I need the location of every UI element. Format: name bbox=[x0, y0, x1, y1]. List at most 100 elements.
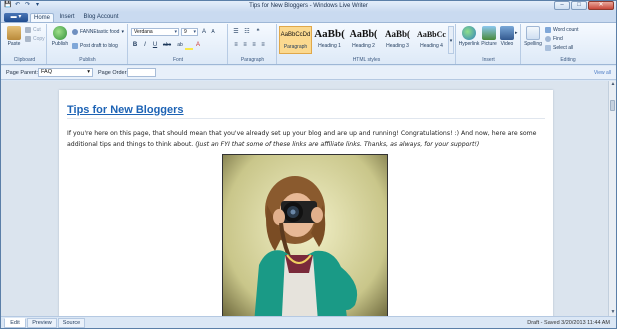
style-heading-1[interactable]: AaBb( Heading 1 bbox=[313, 26, 346, 54]
blog-selector[interactable]: FANNEtastic food ▾ bbox=[72, 29, 124, 35]
select-all-icon bbox=[545, 45, 551, 51]
copy-button[interactable]: Copy bbox=[25, 36, 45, 42]
strikethrough-button[interactable]: abc bbox=[161, 41, 173, 49]
post-body-paragraph[interactable]: If you're here on this page, that should… bbox=[67, 128, 545, 150]
chevron-down-icon: ▾ bbox=[174, 29, 177, 35]
maximize-button[interactable]: □ bbox=[571, 1, 587, 10]
post-photo[interactable] bbox=[222, 154, 388, 316]
font-family-select[interactable]: Verdana ▾ bbox=[131, 28, 179, 36]
cut-label: Cut bbox=[33, 27, 41, 33]
chevron-down-icon: ▾ bbox=[87, 69, 90, 75]
style-sample: AaBb( bbox=[314, 28, 345, 40]
style-name: Heading 4 bbox=[420, 43, 443, 49]
ribbon: Paste Cut Copy Clipboard Publish FANNEta… bbox=[1, 22, 616, 65]
post-body-italic-note: (Just an FYI that some of these links ar… bbox=[195, 141, 480, 148]
word-count-button[interactable]: Word count bbox=[545, 27, 578, 33]
font-family-value: Verdana bbox=[134, 29, 153, 35]
vertical-scrollbar[interactable]: ▲ ▼ bbox=[608, 81, 616, 316]
video-icon bbox=[500, 26, 514, 40]
page-parent-select[interactable]: FAQ ▾ bbox=[38, 68, 93, 77]
align-left-icon[interactable]: ≡ bbox=[232, 41, 240, 49]
scroll-down-icon[interactable]: ▼ bbox=[609, 309, 617, 316]
cut-button[interactable]: Cut bbox=[25, 27, 41, 33]
highlight-button[interactable]: ab bbox=[175, 41, 185, 49]
align-right-icon[interactable]: ≡ bbox=[250, 41, 258, 49]
paste-label: Paste bbox=[7, 41, 21, 47]
page-parent-label: Page Parent: bbox=[6, 70, 39, 76]
spelling-button[interactable]: Spelling bbox=[523, 26, 543, 47]
tab-home[interactable]: Home bbox=[30, 13, 54, 22]
post-draft-label: Post draft to blog bbox=[80, 43, 118, 49]
app-window: 💾 ↶ ↷ ▾ Tips for New Bloggers - Windows … bbox=[0, 0, 617, 329]
tab-source[interactable]: Source bbox=[58, 318, 85, 328]
font-color-button[interactable]: A bbox=[194, 41, 202, 49]
clipboard-group-label: Clipboard bbox=[13, 57, 36, 63]
underline-button[interactable]: U bbox=[151, 41, 159, 49]
publish-group-label: Publish bbox=[79, 57, 96, 63]
post-draft-button[interactable]: Post draft to blog bbox=[72, 43, 118, 49]
ribbon-tabs: ▬ ▾ Home Insert Blog Account bbox=[1, 12, 616, 22]
tab-preview[interactable]: Preview bbox=[27, 318, 57, 328]
publish-group: Publish FANNEtastic food ▾ Post draft to… bbox=[48, 24, 128, 64]
html-styles-group-label: HTML styles bbox=[352, 57, 381, 63]
publish-button[interactable]: Publish bbox=[50, 26, 70, 47]
hyperlink-icon bbox=[462, 26, 476, 40]
post-page[interactable]: Tips for New Bloggers If you're here on … bbox=[59, 90, 553, 316]
view-all-link[interactable]: View all bbox=[594, 70, 611, 76]
video-button[interactable]: Video bbox=[499, 26, 515, 47]
select-all-label: Select all bbox=[553, 45, 574, 51]
styles-more-icon[interactable]: ▾ bbox=[448, 26, 454, 54]
select-all-button[interactable]: Select all bbox=[545, 45, 573, 51]
grow-font-icon[interactable]: A bbox=[200, 28, 208, 36]
style-heading-4[interactable]: AaBbCc Heading 4 bbox=[415, 26, 448, 54]
scissors-icon bbox=[25, 27, 31, 33]
paste-button[interactable]: Paste bbox=[5, 26, 23, 47]
style-sample: AaBbCc bbox=[417, 30, 446, 39]
clipboard-icon bbox=[7, 26, 21, 40]
status-text: Draft - Saved 3/20/2013 11:44 AM bbox=[527, 320, 610, 326]
paragraph-group: ☰ ☷ ❝ ≡ ≡ ≡ ≡ Paragraph bbox=[229, 24, 277, 64]
application-menu-button[interactable]: ▬ ▾ bbox=[4, 13, 28, 22]
blog-selector-label: FANNEtastic food bbox=[80, 29, 120, 35]
tab-insert[interactable]: Insert bbox=[56, 13, 78, 22]
editing-group: Spelling Word count Find Select all Edit… bbox=[522, 24, 614, 64]
editor-area[interactable]: Tips for New Bloggers If you're here on … bbox=[1, 81, 608, 316]
paragraph-group-label: Paragraph bbox=[240, 57, 265, 63]
style-heading-2[interactable]: AaBb( Heading 2 bbox=[347, 26, 380, 54]
italic-button[interactable]: I bbox=[141, 41, 149, 49]
copy-label: Copy bbox=[33, 36, 45, 42]
title-divider bbox=[67, 118, 545, 119]
page-order-input[interactable] bbox=[127, 68, 156, 77]
block-quote-icon[interactable]: ❝ bbox=[254, 28, 262, 36]
minimize-button[interactable]: – bbox=[554, 1, 570, 10]
editing-group-label: Editing bbox=[560, 57, 576, 63]
close-button[interactable]: ✕ bbox=[588, 1, 614, 10]
post-title[interactable]: Tips for New Bloggers bbox=[67, 104, 184, 116]
justify-icon[interactable]: ≡ bbox=[259, 41, 267, 49]
window-title: Tips for New Bloggers - Windows Live Wri… bbox=[249, 3, 368, 9]
bullet-list-icon[interactable]: ☰ bbox=[232, 28, 240, 36]
font-size-select[interactable]: 9 ▾ bbox=[181, 28, 198, 36]
page-properties-bar: Page Parent: FAQ ▾ Page Order: View all bbox=[1, 66, 616, 80]
scroll-up-icon[interactable]: ▲ bbox=[609, 81, 617, 88]
find-button[interactable]: Find bbox=[545, 36, 563, 42]
spelling-label: Spelling bbox=[524, 41, 542, 47]
video-label: Video bbox=[500, 41, 514, 47]
tab-edit[interactable]: Edit bbox=[4, 318, 26, 328]
draft-icon bbox=[72, 43, 78, 49]
insert-more-icon[interactable]: ▸ bbox=[515, 30, 518, 36]
picture-label: Picture bbox=[481, 41, 497, 47]
bold-button[interactable]: B bbox=[131, 41, 139, 49]
numbered-list-icon[interactable]: ☷ bbox=[243, 28, 251, 36]
bottom-bar: Edit Preview Source Draft - Saved 3/20/2… bbox=[1, 316, 616, 328]
clipboard-group: Paste Cut Copy Clipboard bbox=[3, 24, 47, 64]
align-center-icon[interactable]: ≡ bbox=[241, 41, 249, 49]
style-heading-3[interactable]: AaBb( Heading 3 bbox=[381, 26, 414, 54]
tab-blog-account[interactable]: Blog Account bbox=[81, 13, 121, 22]
style-name: Heading 2 bbox=[352, 43, 375, 49]
scrollbar-thumb[interactable] bbox=[610, 100, 615, 111]
style-paragraph[interactable]: AaBbCcDd Paragraph bbox=[279, 26, 312, 54]
picture-button[interactable]: Picture bbox=[480, 26, 498, 47]
hyperlink-button[interactable]: Hyperlink bbox=[458, 26, 480, 47]
shrink-font-icon[interactable]: A bbox=[209, 28, 217, 36]
